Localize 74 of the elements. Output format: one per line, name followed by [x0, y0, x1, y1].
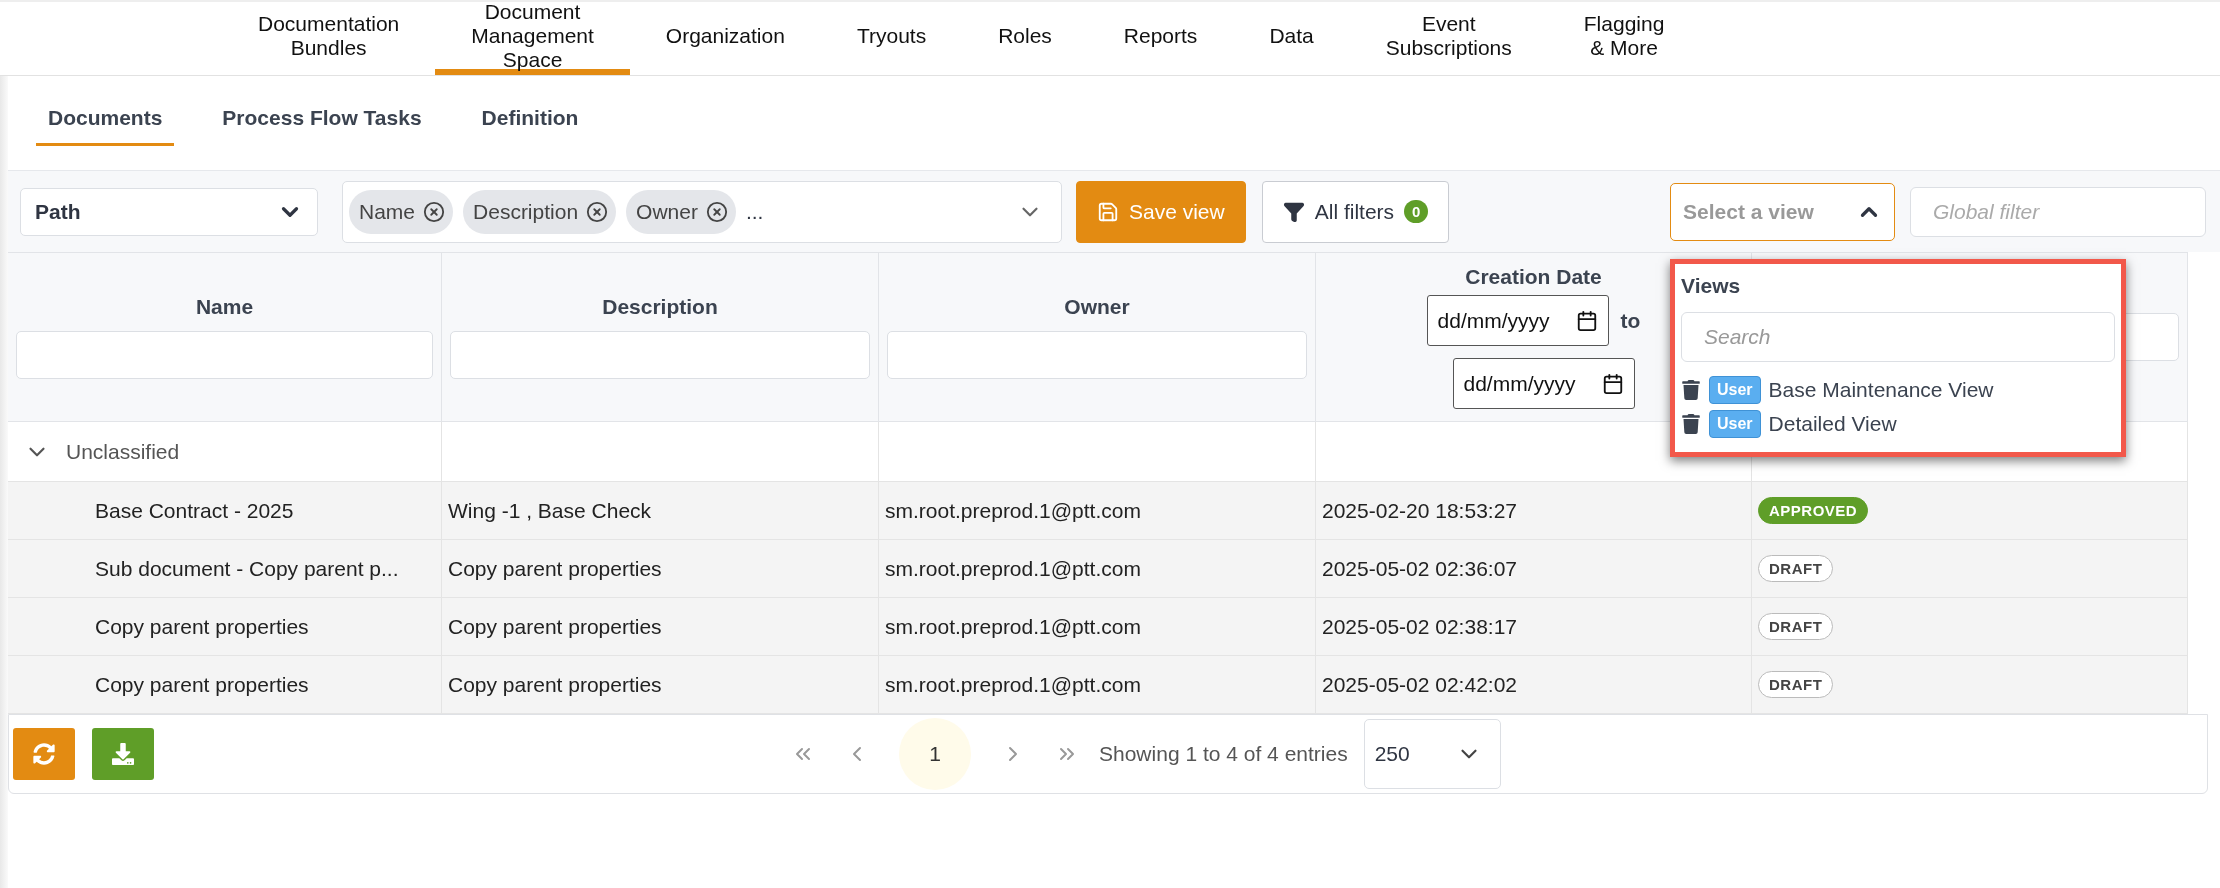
page-number[interactable]: 1: [899, 718, 971, 790]
all-filters-button[interactable]: All filters 0: [1261, 180, 1450, 243]
status-badge: DRAFT: [1758, 671, 1834, 698]
date-field[interactable]: dd/mm/yyyy: [1452, 358, 1635, 409]
save-icon: [1097, 200, 1119, 223]
table-cell: Copy parent properties: [448, 614, 662, 639]
column-header: Creation Date: [1465, 265, 1602, 289]
more-text: ...: [745, 199, 764, 224]
column-chip[interactable]: Name: [349, 189, 454, 234]
status-badge: DRAFT: [1758, 555, 1834, 582]
table-cell: sm.root.preprod.1@ptt.com: [885, 498, 1141, 523]
date-field[interactable]: dd/mm/yyyy: [1426, 295, 1609, 346]
dropdown-title: Views: [1681, 273, 1742, 298]
group-label: Unclassified: [66, 439, 180, 464]
remove-icon[interactable]: [586, 200, 609, 223]
column-filter-field[interactable]: [16, 331, 433, 379]
filter-count: 0: [1404, 200, 1429, 223]
group-select[interactable]: Path: [20, 187, 318, 236]
refresh-button[interactable]: [13, 728, 75, 780]
remove-icon[interactable]: [705, 200, 728, 223]
sub-tab[interactable]: Definition: [469, 98, 591, 146]
column-header: Description: [602, 295, 718, 319]
range-separator: to: [1620, 308, 1641, 333]
table-cell: Copy parent properties: [95, 672, 309, 697]
table-cell: 2025-02-20 18:53:27: [1322, 498, 1517, 523]
status-badge: APPROVED: [1758, 497, 1869, 524]
table-cell: Copy parent properties: [448, 672, 662, 697]
calendar-icon[interactable]: [1575, 309, 1598, 332]
trash-icon[interactable]: [1681, 413, 1701, 434]
table-cell: sm.root.preprod.1@ptt.com: [885, 556, 1141, 581]
nav-tab[interactable]: Event Subscriptions: [1349, 3, 1548, 75]
remove-icon[interactable]: [423, 200, 446, 223]
trash-icon[interactable]: [1681, 379, 1701, 400]
column-header: Name: [195, 295, 254, 319]
nav-tab[interactable]: Roles: [962, 3, 1088, 75]
table-cell: 2025-05-02 02:42:02: [1322, 672, 1517, 697]
column-chip[interactable]: Description: [463, 189, 617, 234]
download-icon: [112, 743, 134, 765]
download-button[interactable]: [92, 728, 154, 780]
refresh-icon: [33, 743, 55, 765]
nav-tab[interactable]: Flagging & More: [1547, 3, 1701, 75]
table-cell: sm.root.preprod.1@ptt.com: [885, 614, 1141, 639]
sub-tab[interactable]: Documents: [36, 98, 175, 146]
column-chip[interactable]: Owner: [626, 189, 736, 234]
sub-tab[interactable]: Process Flow Tasks: [210, 98, 434, 146]
table-cell: Copy parent properties: [95, 614, 309, 639]
table-cell: Base Contract - 2025: [95, 498, 294, 523]
nav-tab[interactable]: Documentation Bundles: [222, 3, 436, 75]
table-cell: 2025-05-02 02:38:17: [1322, 614, 1517, 639]
column-filter-field[interactable]: [450, 331, 870, 379]
nav-tab[interactable]: Reports: [1087, 3, 1234, 75]
nav-tab[interactable]: Tryouts: [820, 3, 963, 75]
status-badge: DRAFT: [1758, 613, 1834, 640]
page-size-select[interactable]: 250: [1363, 719, 1501, 789]
filter-icon: [1282, 200, 1305, 223]
table-cell: Copy parent properties: [448, 556, 662, 581]
entries-summary: Showing 1 to 4 of 4 entries: [1099, 742, 1348, 766]
search-field[interactable]: Search: [1681, 311, 2115, 362]
table-cell: 2025-05-02 02:36:07: [1322, 556, 1517, 581]
columns-field[interactable]: Name Description Owner ...: [342, 180, 1062, 243]
global-filter-field[interactable]: Global filter: [1910, 186, 2206, 237]
column-filter-field[interactable]: [887, 331, 1307, 379]
nav-tab[interactable]: Document Management Space: [435, 3, 630, 75]
calendar-icon[interactable]: [1601, 372, 1624, 395]
table-cell: Sub document - Copy parent p...: [95, 556, 399, 581]
nav-tab[interactable]: Organization: [629, 3, 821, 75]
user-tag: User: [1709, 375, 1761, 404]
view-item[interactable]: Base Maintenance View: [1768, 377, 1994, 402]
user-tag: User: [1709, 409, 1761, 438]
table-cell: sm.root.preprod.1@ptt.com: [885, 672, 1141, 697]
view-item[interactable]: Detailed View: [1768, 411, 1897, 436]
column-header: Owner: [1064, 295, 1130, 319]
nav-tab[interactable]: Data: [1233, 3, 1350, 75]
table-cell: Wing -1 , Base Check: [448, 498, 652, 523]
